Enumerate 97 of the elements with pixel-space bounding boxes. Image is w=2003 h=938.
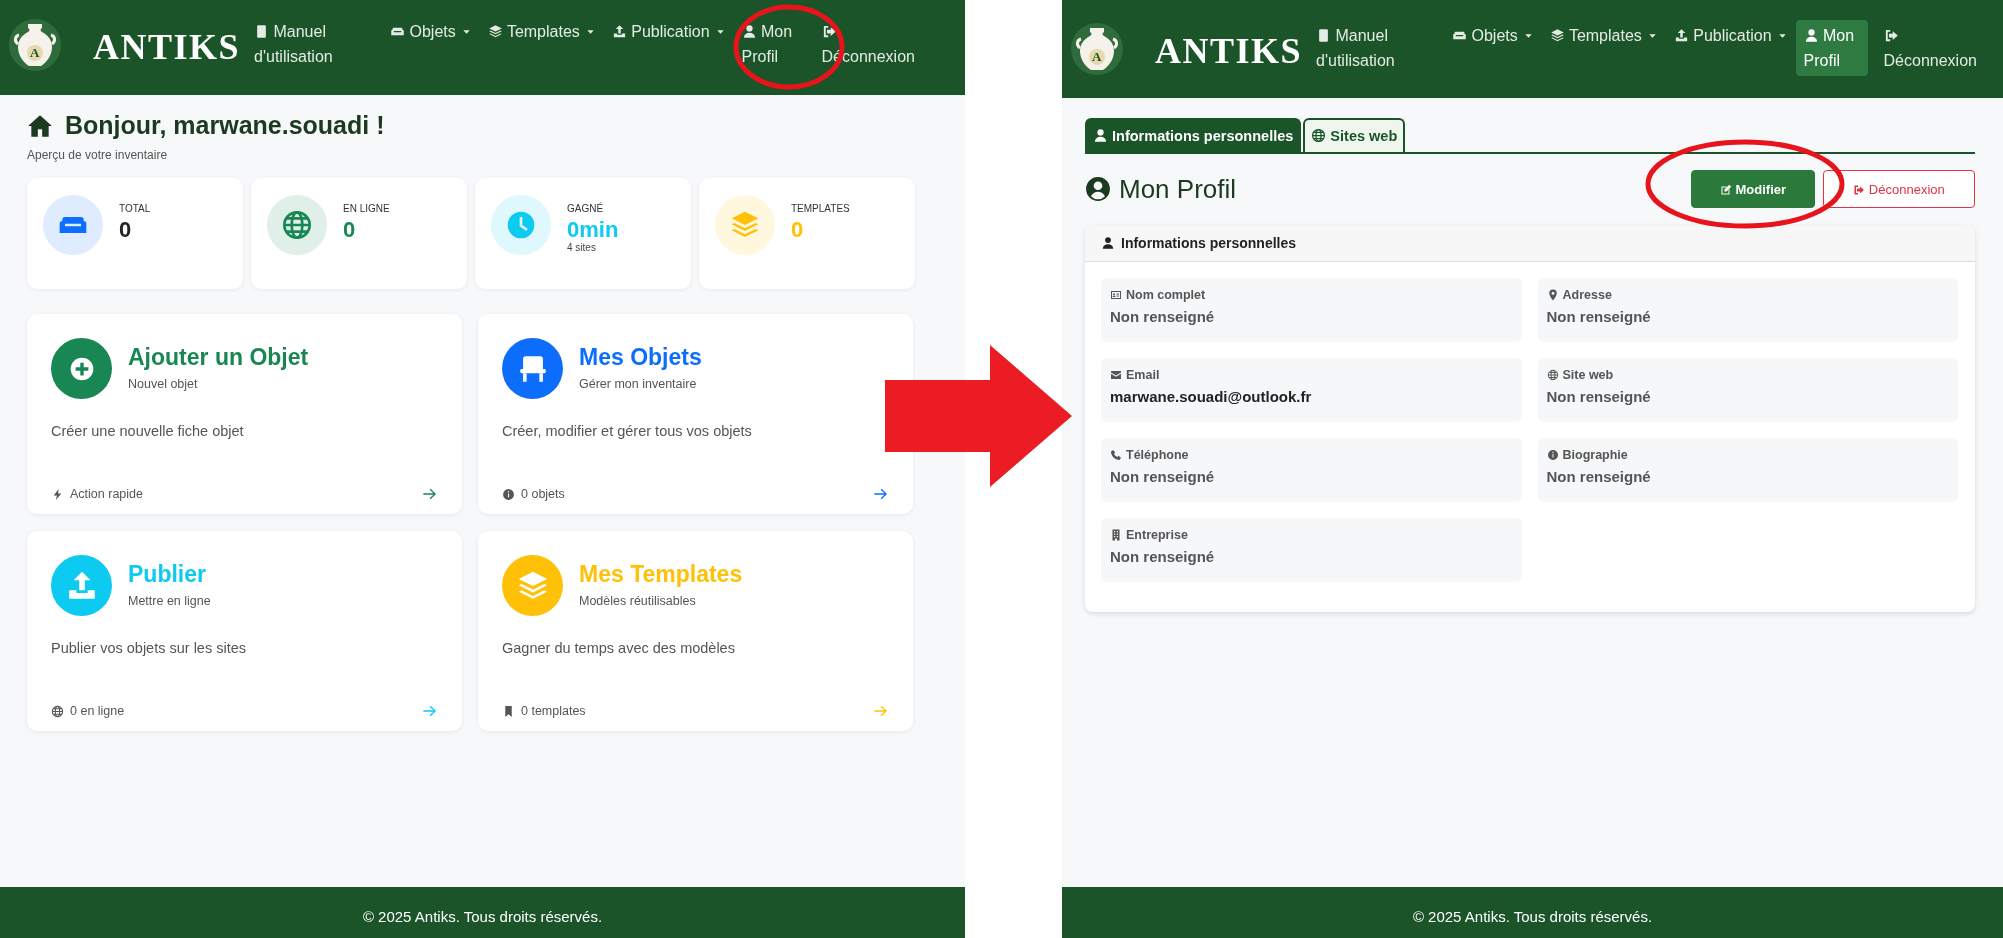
field-label: Entreprise (1126, 528, 1188, 542)
edit-icon (1719, 183, 1732, 196)
stat-note: 4 sites (567, 242, 597, 253)
stat-value: 0 (119, 218, 133, 242)
field-label: Nom complet (1126, 288, 1206, 302)
info-icon (502, 487, 515, 501)
action-card[interactable]: Mes Objets Gérer mon inventaire Créer, modifier et gérer tous vos objets 0 objets (478, 314, 913, 514)
clock-icon (505, 209, 537, 241)
arrow-right-icon[interactable] (422, 486, 438, 502)
tab[interactable]: Sites web (1303, 118, 1406, 152)
globe-icon (51, 704, 64, 718)
arrow-right-icon[interactable] (873, 486, 889, 502)
layers-icon (487, 24, 503, 39)
brand-name[interactable]: ANTIKS (93, 26, 241, 68)
info-icon (1546, 449, 1559, 461)
card-description: Publier vos objets sur les sites (51, 640, 248, 656)
card-subtitle: Nouvel objet (128, 377, 199, 391)
card-description: Créer, modifier et gérer tous vos objets (502, 423, 753, 439)
logout-icon (821, 24, 837, 39)
card-footer-text: 0 en ligne (70, 704, 125, 718)
card-subtitle: Gérer mon inventaire (579, 377, 698, 391)
layers-icon (1549, 28, 1565, 43)
greeting-subtitle: Aperçu de votre inventaire (27, 148, 169, 162)
card-footer-text: 0 objets (521, 487, 565, 501)
card-subtitle: Mettre en ligne (128, 594, 211, 608)
stat-label: GAGNÉ (567, 203, 605, 214)
card-footer-text: Action rapide (70, 487, 143, 501)
tab[interactable]: Informations personnelles (1085, 118, 1302, 152)
card-description: Gagner du temps avec des modèles (502, 640, 736, 656)
nav-link[interactable]: Templates (1541, 20, 1666, 51)
phone-icon (1110, 449, 1122, 461)
nav-link[interactable]: Publication (603, 16, 734, 47)
card-title: Mes Templates (579, 561, 743, 588)
action-card[interactable]: Mes Templates Modèles réutilisables Gagner du temps avec des modèles 0 templates (478, 531, 913, 731)
logo-icon[interactable] (9, 19, 61, 71)
user-icon (1093, 128, 1108, 143)
nav-link[interactable]: Objets (1444, 20, 1542, 51)
stat-label: TOTAL (119, 203, 151, 214)
bolt-icon (51, 487, 64, 501)
field-value: marwane.souadi@outlook.fr (1110, 388, 1313, 405)
logo-letter: A (1092, 49, 1102, 65)
bookmark-icon (502, 704, 515, 718)
globe-icon (281, 209, 313, 241)
map-pin-icon (1546, 289, 1559, 301)
nav-link[interactable]: Manuel d'utilisation (1308, 20, 1425, 76)
edit-button[interactable]: Modifier (1691, 170, 1815, 208)
field-value: Non renseigné (1110, 548, 1216, 565)
card-title: Mes Objets (579, 344, 702, 371)
logout-button[interactable]: Déconnexion (1823, 170, 1975, 208)
card-title: Informations personnelles (1121, 235, 1297, 251)
copyright-text: © 2025 Antiks. Tous droits réservés. (362, 908, 603, 925)
nav-link[interactable]: Mon Profil (1795, 20, 1868, 76)
card-title: Ajouter un Objet (128, 344, 309, 371)
field-value: Non renseigné (1110, 468, 1216, 485)
field-label: Site web (1562, 368, 1614, 382)
field-value: Non renseigné (1546, 308, 1652, 325)
user-icon (741, 24, 757, 39)
page-title: Mon Profil (1119, 173, 1237, 205)
id-card-icon (1110, 289, 1122, 301)
stat-label: TEMPLATES (791, 203, 850, 214)
globe-icon (1546, 369, 1559, 381)
field-value: Non renseigné (1546, 468, 1652, 485)
action-card[interactable]: Publier Mettre en ligne Publier vos objets sur les sites 0 en ligne (27, 531, 462, 731)
stat-value: 0 (343, 218, 357, 242)
field-value: Non renseigné (1546, 388, 1652, 405)
nav-link[interactable]: Publication (1665, 20, 1796, 51)
greeting-title: Bonjour, marwane.souadi ! (65, 111, 385, 140)
copyright-text: © 2025 Antiks. Tous droits réservés. (1412, 908, 1653, 925)
field-value: Non renseigné (1110, 308, 1216, 325)
logo-icon[interactable] (1071, 23, 1123, 75)
nav-link[interactable]: Déconnexion (1875, 20, 1992, 76)
field-label: Biographie (1562, 448, 1628, 462)
card-description: Créer une nouvelle fiche objet (51, 423, 245, 439)
stat-value: 0min (567, 218, 619, 242)
card-title: Publier (128, 561, 207, 588)
logout-icon (1853, 183, 1866, 196)
user-icon (1101, 236, 1115, 250)
brand-name[interactable]: ANTIKS (1155, 30, 1303, 72)
upload-icon (611, 24, 627, 39)
logo-letter: A (30, 45, 40, 61)
nav-link[interactable]: Objets (382, 16, 480, 47)
user-icon (1803, 28, 1819, 43)
field-label: Téléphone (1126, 448, 1189, 462)
nav-link[interactable]: Manuel d'utilisation (246, 16, 363, 72)
nav-link[interactable]: Templates (479, 16, 604, 47)
upload-icon (1673, 28, 1689, 43)
envelope-icon (1110, 369, 1122, 381)
field-label: Email (1126, 368, 1160, 382)
card-subtitle: Modèles réutilisables (579, 594, 697, 608)
stat-value: 0 (791, 218, 805, 242)
card-footer-text: 0 templates (521, 704, 586, 718)
action-card[interactable]: Ajouter un Objet Nouvel objet Créer une nouvelle fiche objet Action rapide (27, 314, 462, 514)
globe-icon (1311, 128, 1327, 143)
field-label: Adresse (1562, 288, 1612, 302)
logout-icon (1883, 28, 1899, 43)
building-icon (1110, 529, 1122, 541)
stat-label: EN LIGNE (343, 203, 390, 214)
